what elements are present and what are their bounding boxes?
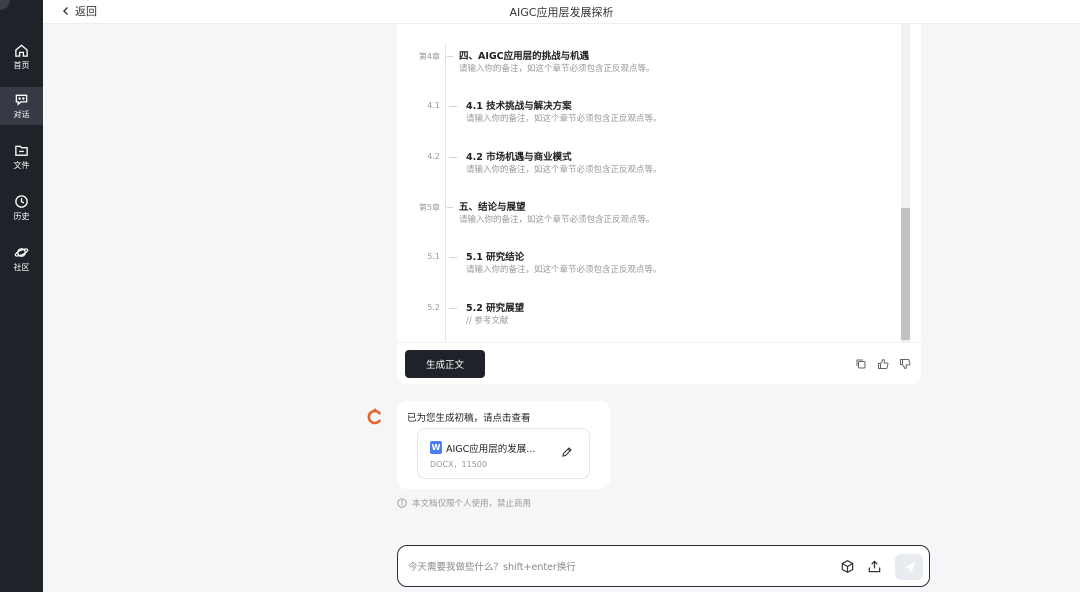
copy-icon[interactable]: [855, 358, 867, 370]
sidebar-item-community[interactable]: 社区: [0, 240, 43, 278]
section-connector: [447, 56, 453, 57]
info-icon: [397, 498, 407, 508]
sidebar-item-label: 文件: [13, 161, 30, 170]
user-avatar[interactable]: [0, 0, 10, 10]
sidebar-item-label: 对话: [13, 110, 30, 119]
chat-input-box: [397, 545, 930, 587]
section-number: 第4章: [418, 52, 440, 61]
section-title[interactable]: 5.2 研究展望: [466, 300, 524, 314]
outline-list: 第4章 四、AIGC应用层的挑战与机遇 请输入你的备注，如这个章节必须包含正反观…: [397, 24, 901, 342]
planet-icon: [14, 248, 29, 257]
section-number: 5.2: [427, 303, 440, 312]
section-title[interactable]: 4.1 技术挑战与解决方案: [466, 98, 572, 112]
file-name: AIGC应用层的发展...: [446, 444, 536, 455]
scrollbar-thumb[interactable]: [901, 208, 910, 340]
cube-icon[interactable]: [840, 559, 855, 574]
disclaimer: 本文档仅限个人使用，禁止商用: [397, 497, 531, 509]
sidebar-item-chat[interactable]: 对话: [0, 87, 43, 125]
section-connector: [449, 257, 457, 258]
section-note[interactable]: 请输入你的备注，如这个章节必须包含正反观点等。: [459, 62, 655, 74]
section-note[interactable]: 请输入你的备注，如这个章节必须包含正反观点等。: [466, 112, 662, 124]
section-note[interactable]: 请输入你的备注，如这个章节必须包含正反观点等。: [466, 163, 662, 175]
chat-icon: [15, 94, 28, 106]
sidebar-item-label: 社区: [13, 263, 30, 272]
assistant-logo-icon: [367, 408, 381, 425]
section-number: 4.2: [427, 152, 440, 161]
section-title[interactable]: 五、结论与展望: [459, 199, 526, 213]
section-connector: [449, 308, 457, 309]
history-icon: [15, 195, 28, 208]
divider: [397, 342, 921, 343]
outline-timeline-line: [445, 44, 446, 342]
sidebar: 首页 对话 文件 历史 社区: [0, 0, 43, 592]
section-title[interactable]: 四、AIGC应用层的挑战与机遇: [459, 48, 589, 62]
send-icon: [903, 561, 915, 573]
section-note[interactable]: 请输入你的备注，如这个章节必须包含正反观点等。: [459, 213, 655, 225]
section-title[interactable]: 4.2 市场机遇与商业模式: [466, 149, 572, 163]
chat-input[interactable]: [408, 558, 828, 576]
section-number: 4.1: [427, 101, 440, 110]
file-meta: DOCX，11500: [430, 460, 487, 469]
assistant-message: 已为您生成初稿，请点击查看 W AIGC应用层的发展... DOCX，11500: [397, 401, 610, 489]
section-connector: [449, 157, 457, 158]
thumbs-up-icon[interactable]: [877, 358, 889, 370]
generate-text-button[interactable]: 生成正文: [405, 350, 485, 378]
upload-icon[interactable]: [867, 559, 882, 574]
section-number: 第5章: [418, 203, 440, 212]
message-text: 已为您生成初稿，请点击查看: [407, 413, 531, 424]
section-number: 5.1: [427, 252, 440, 261]
sidebar-item-history[interactable]: 历史: [0, 189, 43, 227]
page-title: AIGC应用层发展探析: [509, 6, 614, 19]
edit-pencil-icon[interactable]: [561, 446, 573, 458]
outline-card: 第4章 四、AIGC应用层的挑战与机遇 请输入你的备注，如这个章节必须包含正反观…: [397, 24, 921, 384]
folder-icon: [15, 145, 28, 156]
card-actions: [855, 358, 911, 370]
section-title[interactable]: 5.1 研究结论: [466, 249, 524, 263]
section-connector: [449, 106, 457, 107]
file-card[interactable]: W AIGC应用层的发展... DOCX，11500: [417, 428, 590, 479]
word-doc-icon: W: [430, 441, 442, 454]
disclaimer-text: 本文档仅限个人使用，禁止商用: [412, 499, 532, 509]
top-header: 返回 AIGC应用层发展探析: [43, 0, 1080, 24]
thumbs-down-icon[interactable]: [899, 358, 911, 370]
section-connector: [447, 207, 453, 208]
sidebar-item-label: 首页: [13, 61, 30, 70]
sidebar-item-label: 历史: [13, 212, 30, 221]
home-icon: [15, 44, 28, 57]
sidebar-item-home[interactable]: 首页: [0, 38, 43, 76]
section-note[interactable]: 请输入你的备注，如这个章节必须包含正反观点等。: [466, 263, 662, 275]
section-note[interactable]: // 参考文献: [466, 314, 508, 326]
send-button[interactable]: [895, 554, 923, 580]
sidebar-item-files[interactable]: 文件: [0, 138, 43, 176]
